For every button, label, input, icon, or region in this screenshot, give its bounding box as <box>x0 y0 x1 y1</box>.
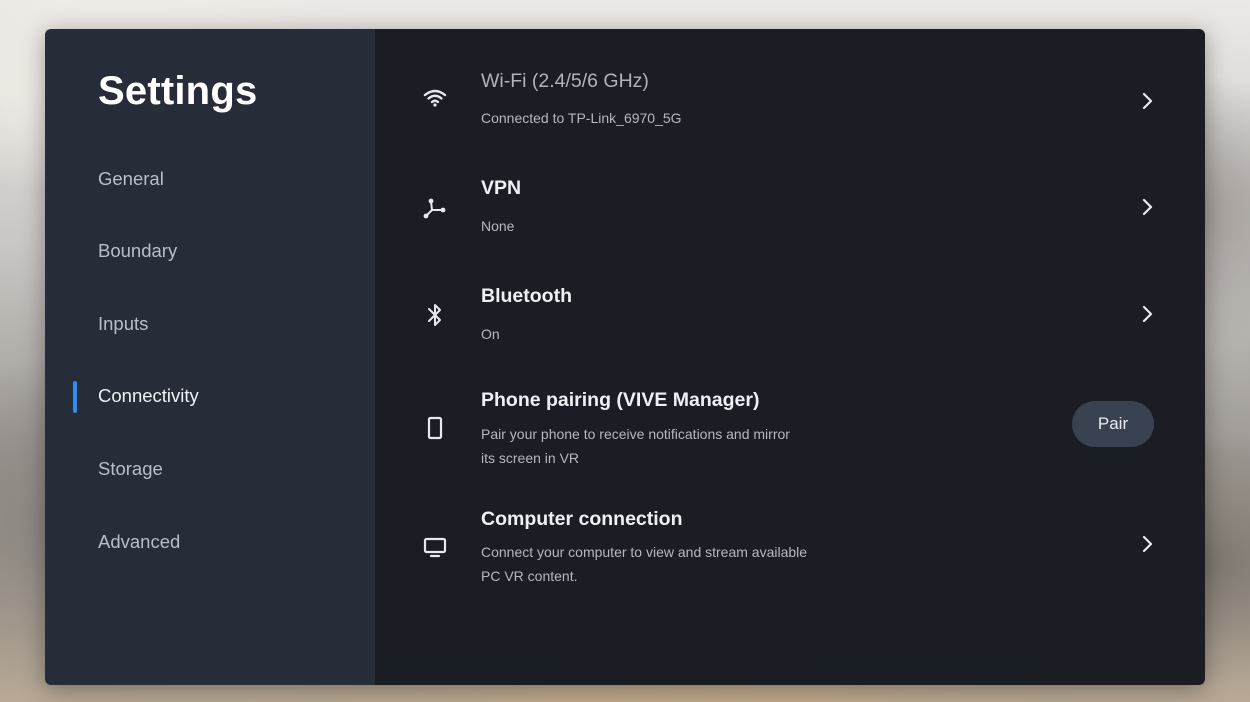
sidebar-item-label: Connectivity <box>98 385 199 406</box>
vpn-title: VPN <box>481 177 522 199</box>
vpn-status: None <box>481 218 515 234</box>
phone-pairing-row: Phone pairing (VIVE Manager) Pair your p… <box>375 374 1205 484</box>
settings-window: Settings General Boundary Inputs Connect… <box>45 29 1205 685</box>
wifi-status: Connected to TP-Link_6970_5G <box>481 110 682 126</box>
chevron-right-icon <box>1141 304 1155 324</box>
sidebar-item-inputs[interactable]: Inputs <box>98 309 148 339</box>
sidebar-item-advanced[interactable]: Advanced <box>98 527 180 557</box>
wifi-title: Wi-Fi (2.4/5/6 GHz) <box>481 70 649 92</box>
phone-pairing-description-line1: Pair your phone to receive notifications… <box>481 426 790 442</box>
sidebar-item-boundary[interactable]: Boundary <box>98 236 177 266</box>
bluetooth-status: On <box>481 326 500 342</box>
phone-pairing-description-line2: its screen in VR <box>481 450 580 466</box>
bluetooth-title: Bluetooth <box>481 285 572 307</box>
computer-connection-description-line1: Connect your computer to view and stream… <box>481 544 808 560</box>
page-title: Settings <box>98 69 258 113</box>
vpn-icon <box>422 196 448 222</box>
computer-connection-row[interactable]: Computer connection Connect your compute… <box>375 494 1205 604</box>
bluetooth-row[interactable]: Bluetooth On <box>375 267 1205 367</box>
chevron-right-icon <box>1141 197 1155 217</box>
wifi-row[interactable]: Wi-Fi (2.4/5/6 GHz) Connected to TP-Link… <box>375 51 1205 151</box>
settings-sidebar: Settings General Boundary Inputs Connect… <box>45 29 375 685</box>
sidebar-item-general[interactable]: General <box>98 164 164 194</box>
connectivity-panel: Wi-Fi (2.4/5/6 GHz) Connected to TP-Link… <box>375 29 1205 685</box>
computer-connection-description-line2: PC VR content. <box>481 568 578 584</box>
computer-connection-title: Computer connection <box>481 508 683 530</box>
phone-icon <box>422 415 448 441</box>
phone-pairing-title: Phone pairing (VIVE Manager) <box>481 389 760 411</box>
chevron-right-icon <box>1141 91 1155 111</box>
sidebar-item-connectivity[interactable]: Connectivity <box>73 381 199 413</box>
chevron-right-icon <box>1141 534 1155 554</box>
monitor-icon <box>422 535 448 561</box>
active-indicator <box>73 381 77 413</box>
wifi-icon <box>422 85 448 111</box>
vpn-row[interactable]: VPN None <box>375 159 1205 259</box>
sidebar-item-storage[interactable]: Storage <box>98 454 163 484</box>
bluetooth-icon <box>422 302 448 328</box>
pair-button[interactable]: Pair <box>1072 401 1154 447</box>
